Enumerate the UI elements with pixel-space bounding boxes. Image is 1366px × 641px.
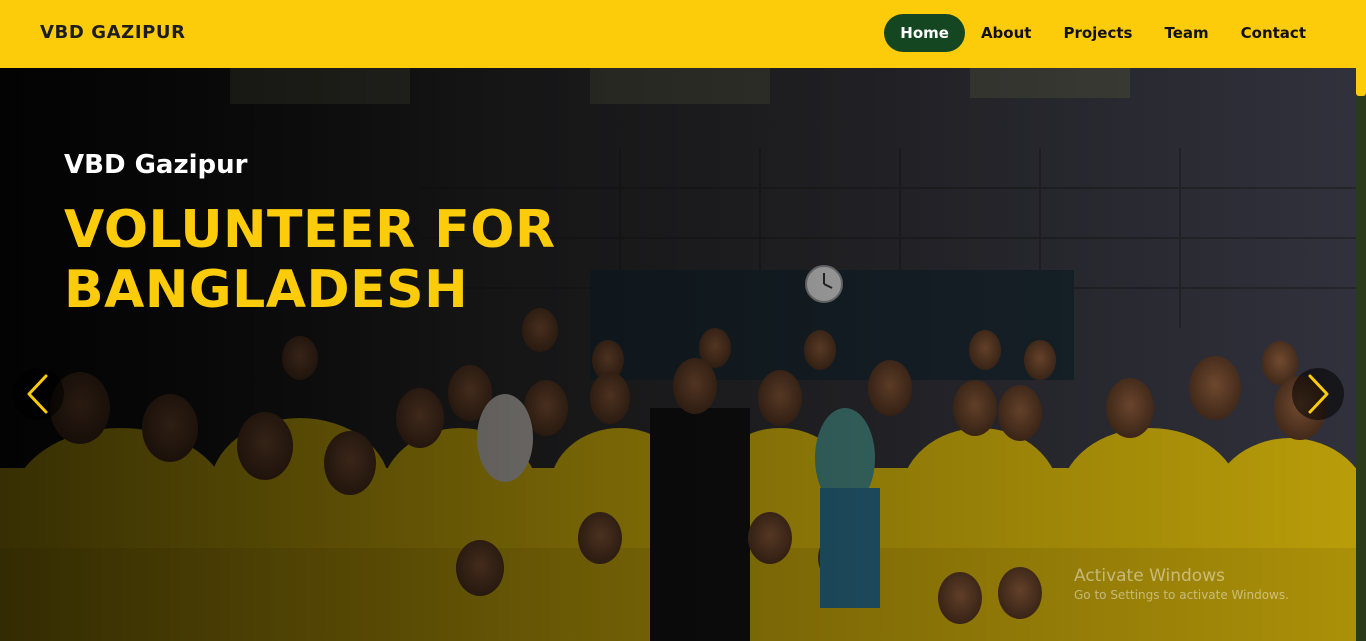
watermark-title: Activate Windows: [1074, 566, 1225, 586]
chevron-right-icon: [1308, 374, 1329, 414]
page-scrollbar-track[interactable]: [1356, 68, 1366, 641]
windows-activation-watermark: Activate Windows Go to Settings to activ…: [1074, 566, 1289, 602]
hero-carousel: VBD Gazipur VOLUNTEER FOR BANGLADESH Act…: [0, 68, 1356, 641]
nav-about[interactable]: About: [965, 14, 1048, 52]
watermark-subtitle: Go to Settings to activate Windows.: [1074, 588, 1289, 602]
nav-home[interactable]: Home: [884, 14, 965, 52]
nav-team[interactable]: Team: [1148, 14, 1224, 52]
page-scrollbar-thumb[interactable]: [1356, 68, 1366, 96]
nav-contact[interactable]: Contact: [1225, 14, 1322, 52]
top-navbar: VBD GAZIPUR Home About Projects Team Con…: [0, 0, 1366, 68]
carousel-next-button[interactable]: [1292, 368, 1344, 420]
chevron-left-icon: [27, 374, 48, 414]
hero-subtitle: VBD Gazipur: [64, 150, 248, 180]
carousel-prev-button[interactable]: [12, 368, 64, 420]
brand-logo-text[interactable]: VBD GAZIPUR: [40, 22, 186, 43]
main-nav: Home About Projects Team Contact: [884, 14, 1322, 52]
hero-title: VOLUNTEER FOR BANGLADESH: [64, 200, 556, 320]
nav-projects[interactable]: Projects: [1047, 14, 1148, 52]
